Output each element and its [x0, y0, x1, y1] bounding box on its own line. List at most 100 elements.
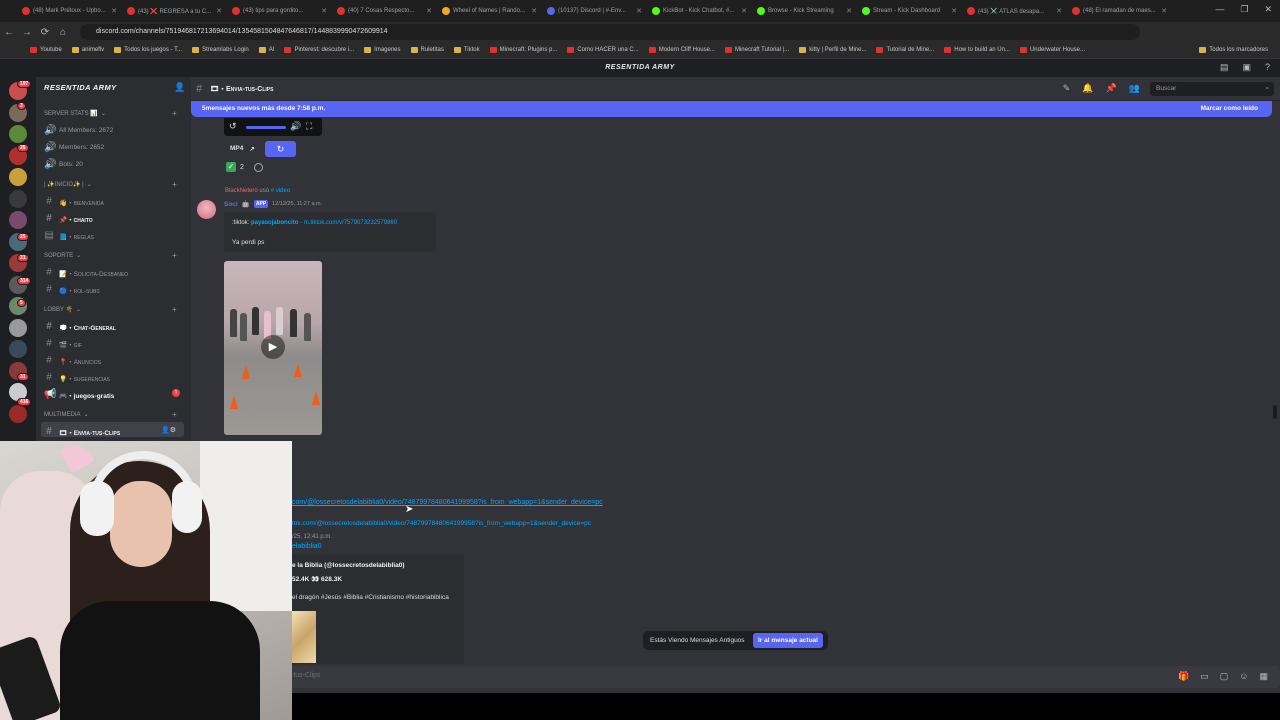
server-icon[interactable] — [9, 125, 27, 143]
channel-item[interactable]: 🔊 Members: 2652 — [44, 142, 104, 153]
mark-read-button[interactable]: Marcar como leído — [1201, 101, 1258, 117]
bookmark-item[interactable]: Minecraft: Plugins p... — [489, 47, 557, 53]
new-messages-bar[interactable]: 5mensajes nuevos más desde 7:58 p.m. Mar… — [191, 101, 1272, 117]
close-tab-icon[interactable]: ✕ — [321, 7, 327, 15]
browser-tab[interactable]: (10137) Discord | #-Env... ✕ — [543, 2, 646, 20]
channel-settings-icon[interactable]: 👤⚙ — [161, 426, 176, 434]
minimize-icon[interactable]: — — [1215, 4, 1224, 15]
bookmark-item[interactable]: How to build an Un... — [944, 47, 1010, 53]
members-icon[interactable]: 👥 — [1129, 83, 1140, 94]
bookmark-item[interactable]: Tutorial de Mine... — [876, 47, 934, 53]
refresh-button[interactable]: ↻ — [265, 141, 296, 157]
add-member-icon[interactable]: 👤 — [174, 82, 185, 93]
channel-category[interactable]: SERVER STATS 📊 ⌄ — [44, 110, 106, 117]
forward-icon[interactable]: → — [18, 27, 36, 38]
channel-item[interactable]: # 📌・chaito — [44, 213, 92, 224]
mp4-link[interactable]: MP4 ↗ — [230, 145, 255, 153]
fullscreen-icon[interactable]: ⛶ — [306, 121, 312, 132]
server-icon[interactable] — [9, 211, 27, 229]
close-tab-icon[interactable]: ✕ — [846, 7, 852, 15]
browser-tab[interactable]: Stream - Kick Dashboard ✕ — [858, 2, 961, 20]
channel-item[interactable]: ▤ 📘・reglas — [44, 230, 94, 241]
channel-item[interactable]: # 💭・Chat-General — [44, 321, 116, 332]
reload-icon[interactable]: ⟳ — [36, 27, 54, 38]
video-thumbnail[interactable]: ▶ — [224, 261, 322, 435]
close-tab-icon[interactable]: ✕ — [111, 7, 117, 15]
browser-tab[interactable]: (43) ⚔️ ATLAS desapa... ✕ — [963, 2, 1066, 20]
browser-tab[interactable]: (48) El ramadan de maes... ✕ — [1068, 2, 1171, 20]
avatar[interactable] — [197, 200, 216, 219]
bookmark-item[interactable]: Modern Cliff House... — [648, 47, 715, 53]
replay-icon[interactable]: ↺ — [229, 121, 237, 132]
threads-icon[interactable]: ✎ — [1063, 83, 1071, 94]
pin-icon[interactable]: 📌 — [1106, 83, 1117, 94]
bookmark-item[interactable]: Minecraft Tutorial |... — [724, 47, 789, 53]
browser-tab[interactable]: (40) 7 Cosas Respecto... ✕ — [333, 2, 436, 20]
browser-tab[interactable]: KickBot - Kick Chatbot, #... ✕ — [648, 2, 751, 20]
bell-icon[interactable]: 🔔 — [1082, 83, 1093, 94]
server-icon[interactable] — [9, 340, 27, 358]
close-tab-icon[interactable]: ✕ — [636, 7, 642, 15]
close-tab-icon[interactable]: ✕ — [1056, 7, 1062, 15]
channel-item[interactable]: # 🎬・gif — [44, 338, 82, 349]
bookmark-item[interactable]: Pinterest: descubre i... — [284, 47, 354, 53]
scrollbar[interactable] — [1273, 405, 1277, 419]
jump-to-present-button[interactable]: Ir al mensaje actual — [753, 633, 823, 648]
add-reaction-icon[interactable] — [253, 162, 263, 172]
embed-thumbnail[interactable] — [292, 611, 316, 663]
channel-item[interactable]: # 👋・bienvenida — [44, 196, 104, 207]
inbox-icon[interactable]: ▤ — [1220, 62, 1229, 73]
close-tab-icon[interactable]: ✕ — [426, 7, 432, 15]
server-icon[interactable] — [9, 404, 27, 423]
embed-user-link[interactable]: payasojaboncito — [251, 220, 298, 226]
all-bookmarks[interactable]: Todos los marcadores — [1199, 47, 1268, 53]
home-icon[interactable]: ⌂ — [54, 27, 72, 38]
close-window-icon[interactable]: ✕ — [1264, 4, 1272, 15]
sticker-icon[interactable]: ▢ — [1220, 671, 1229, 682]
tiktok-link[interactable]: com/@lossecretosdelabiblia0/video/748799… — [292, 499, 603, 506]
channel-item[interactable]: # 📝・Solicita-Desbaneo — [44, 267, 128, 278]
close-tab-icon[interactable]: ✕ — [741, 7, 747, 15]
play-icon[interactable]: ▶ — [261, 335, 285, 359]
browser-tab[interactable]: (48) Mark Prétoux - Upbo... ✕ — [18, 2, 121, 20]
bookmark-item[interactable]: Youtube — [30, 47, 62, 53]
embed-author[interactable]: elabiblia0 — [292, 543, 322, 550]
add-channel-icon[interactable]: + — [172, 251, 177, 260]
bookmark-item[interactable]: Streamlabs Login — [192, 47, 249, 53]
volume-slider[interactable] — [246, 126, 286, 129]
bookmark-item[interactable]: Como HACER una C... — [567, 47, 639, 53]
browser-tab[interactable]: (43) ❌ REGRESA a tu C... ✕ — [123, 2, 226, 20]
add-channel-icon[interactable]: + — [172, 180, 177, 189]
browser-tab[interactable]: (43) tips para gordito... ✕ — [228, 2, 331, 20]
channel-item[interactable]: # 📍・Anuncios — [44, 355, 101, 366]
channel-item[interactable]: # 💡・sugerencias — [44, 372, 110, 383]
bookmark-item[interactable]: AI — [258, 47, 274, 53]
back-icon[interactable]: ← — [0, 27, 18, 38]
close-tab-icon[interactable]: ✕ — [531, 7, 537, 15]
add-channel-icon[interactable]: + — [172, 410, 177, 419]
url-field[interactable]: discord.com/channels/751946817213694014/… — [80, 24, 1140, 40]
browser-tab[interactable]: Browse - Kick Streaming ✕ — [753, 2, 856, 20]
maximize-icon[interactable]: ❐ — [1240, 4, 1248, 15]
tiktok-link-secondary[interactable]: tok.com/@lossecretosdelabiblia0/video/74… — [292, 520, 591, 527]
message-composer[interactable]: -tus-Clips 🎁 ▭ ▢ ☺ ▦ — [191, 666, 1280, 688]
server-icon[interactable] — [9, 189, 27, 208]
checkmark-reaction[interactable]: ✓ — [226, 162, 236, 172]
search-input[interactable]: Buscar ⌕ — [1150, 82, 1274, 96]
bookmark-item[interactable]: kitty | Perfil de Mine... — [799, 47, 866, 53]
window-icon[interactable]: ▣ — [1242, 62, 1251, 73]
bookmark-item[interactable]: Ruletitas — [410, 47, 444, 53]
bookmark-item[interactable]: animeflv — [71, 47, 104, 53]
bookmark-item[interactable]: Tiktok — [453, 47, 480, 53]
channel-item[interactable]: # 🎞・Envia-tus-Clips — [44, 426, 120, 437]
server-name[interactable]: RESENTIDA ARMY — [44, 83, 117, 92]
apps-icon[interactable]: ▦ — [1259, 671, 1268, 682]
channel-item[interactable]: # 🔵・rol-subs — [44, 284, 99, 295]
channel-category[interactable]: LOBBY 🌴 ⌄ — [44, 306, 81, 313]
close-tab-icon[interactable]: ✕ — [216, 7, 222, 15]
gif-icon[interactable]: ▭ — [1200, 671, 1209, 682]
channel-category[interactable]: | ✨INICIO✨ | ⌄ — [44, 181, 92, 188]
bookmark-item[interactable]: Underwater House... — [1019, 47, 1085, 53]
server-icon[interactable] — [9, 318, 27, 337]
add-channel-icon[interactable]: + — [172, 305, 177, 314]
